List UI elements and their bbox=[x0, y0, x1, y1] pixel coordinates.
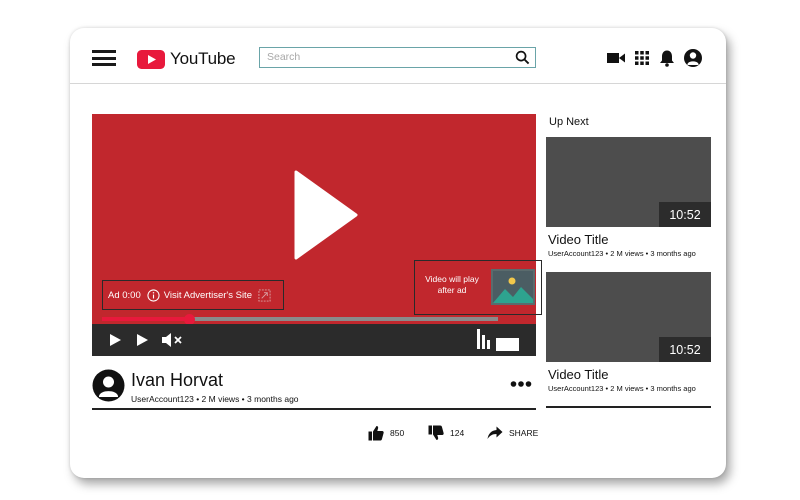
ad-timer: Ad 0:00 bbox=[108, 289, 141, 301]
progress-fill bbox=[102, 317, 190, 321]
next-video-label: Video will play after ad bbox=[425, 274, 479, 295]
info-icon bbox=[147, 288, 160, 302]
up-next-title: Up Next bbox=[549, 116, 589, 128]
player-controls bbox=[92, 324, 536, 356]
next-icon[interactable] bbox=[135, 333, 149, 347]
progress-handle[interactable] bbox=[183, 313, 195, 325]
apps-grid-icon[interactable] bbox=[632, 48, 652, 68]
share-button[interactable]: SHARE bbox=[487, 424, 538, 442]
up-next-card[interactable]: 10:52 Video Title UserAccount123 • 2 M v… bbox=[546, 137, 711, 267]
like-count: 850 bbox=[390, 428, 405, 438]
bars-icon[interactable] bbox=[476, 328, 492, 350]
video-meta: UserAccount123 • 2 M views • 3 months ag… bbox=[548, 384, 696, 393]
play-icon[interactable] bbox=[294, 170, 358, 260]
logo-text: YouTube bbox=[170, 49, 236, 68]
divider bbox=[546, 406, 711, 408]
video-camera-icon[interactable] bbox=[606, 48, 626, 68]
bell-icon[interactable] bbox=[657, 48, 677, 68]
video-thumbnail[interactable]: 10:52 bbox=[546, 272, 711, 362]
play-icon[interactable] bbox=[108, 333, 122, 347]
external-link-icon bbox=[258, 288, 271, 302]
video-title[interactable]: Video Title bbox=[548, 367, 608, 382]
video-duration: 10:52 bbox=[659, 202, 711, 227]
divider bbox=[92, 408, 536, 410]
share-label: SHARE bbox=[509, 428, 539, 438]
app-window: YouTube Search Ad 0:00 Visit Advertiser'… bbox=[70, 28, 726, 478]
fullscreen-icon[interactable] bbox=[496, 338, 520, 352]
share-icon bbox=[487, 426, 503, 439]
youtube-logo-icon bbox=[137, 49, 165, 69]
search-box bbox=[259, 47, 536, 68]
next-video-preview[interactable]: Video will play after ad bbox=[414, 260, 542, 315]
video-player[interactable]: Ad 0:00 Visit Advertiser's Site Video wi… bbox=[92, 114, 542, 356]
mute-icon[interactable] bbox=[161, 332, 185, 348]
image-thumbnail-icon bbox=[491, 269, 535, 305]
video-duration: 10:52 bbox=[659, 337, 711, 362]
progress-bar[interactable] bbox=[102, 313, 498, 325]
dislike-count: 124 bbox=[450, 428, 465, 438]
video-title[interactable]: Video Title bbox=[548, 232, 608, 247]
visit-advertiser-link[interactable]: Visit Advertiser's Site bbox=[164, 290, 252, 301]
thumbs-up-icon bbox=[368, 426, 384, 441]
dislike-button[interactable]: 124 bbox=[428, 424, 464, 442]
channel-name[interactable]: Ivan Horvat bbox=[131, 370, 223, 391]
avatar[interactable] bbox=[92, 369, 125, 402]
ad-info-box[interactable]: Ad 0:00 Visit Advertiser's Site bbox=[102, 280, 284, 310]
video-meta: UserAccount123 • 2 M views • 3 months ag… bbox=[131, 394, 299, 404]
search-input[interactable] bbox=[260, 48, 505, 66]
top-bar: YouTube bbox=[70, 28, 726, 84]
thumbs-down-icon bbox=[428, 425, 444, 440]
youtube-logo[interactable]: YouTube bbox=[137, 48, 236, 70]
menu-icon[interactable] bbox=[92, 50, 116, 66]
up-next-card[interactable]: 10:52 Video Title UserAccount123 • 2 M v… bbox=[546, 272, 711, 402]
account-icon[interactable] bbox=[683, 48, 703, 68]
more-icon[interactable] bbox=[510, 380, 532, 388]
video-thumbnail[interactable]: 10:52 bbox=[546, 137, 711, 227]
search-icon[interactable] bbox=[515, 50, 530, 65]
video-meta: UserAccount123 • 2 M views • 3 months ag… bbox=[548, 249, 696, 258]
like-button[interactable]: 850 bbox=[368, 424, 404, 442]
